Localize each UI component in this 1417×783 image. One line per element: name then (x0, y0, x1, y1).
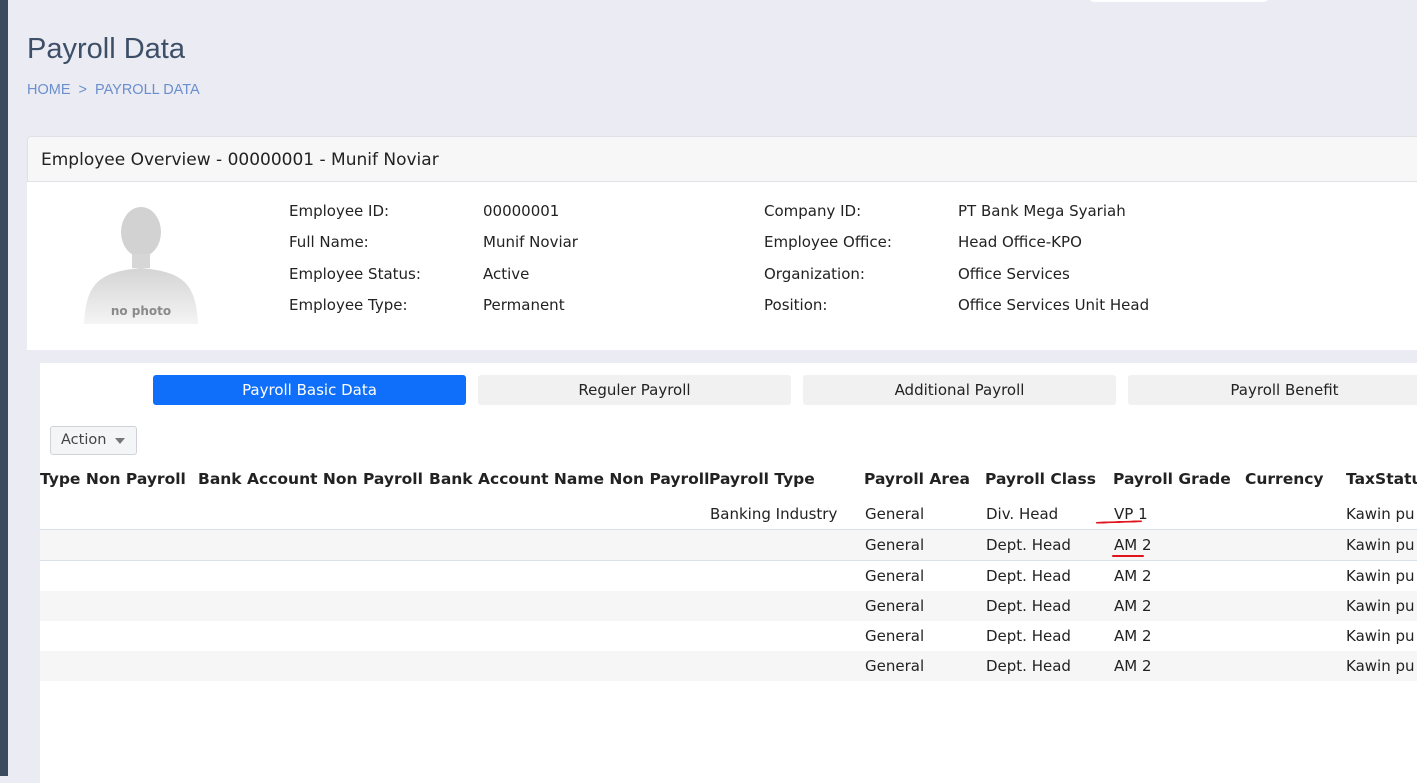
cell-payroll-type: Banking Industry (710, 505, 838, 523)
column-header-bank-account-name-non-payroll[interactable]: Bank Account Name Non Payroll (429, 470, 709, 488)
employee-office-label: Employee Office: (764, 233, 892, 251)
employee-type-value: Permanent (483, 296, 565, 314)
cell-payroll-area: General (865, 627, 925, 645)
column-header-currency[interactable]: Currency (1245, 470, 1324, 488)
employee-type-label: Employee Type: (289, 296, 408, 314)
tab-payroll-basic-data[interactable]: Payroll Basic Data (153, 375, 466, 405)
table-row[interactable]: General Dept. Head AM 2 Kawin pu (40, 651, 1417, 681)
breadcrumb-home-link[interactable]: HOME (27, 82, 71, 98)
cell-payroll-class: Dept. Head (986, 657, 1071, 675)
cell-payroll-grade: AM 2 (1114, 536, 1152, 554)
cell-payroll-grade: AM 2 (1114, 597, 1152, 615)
avatar: no photo (82, 204, 200, 324)
column-header-payroll-class[interactable]: Payroll Class (985, 470, 1096, 488)
cell-payroll-grade: AM 2 (1114, 567, 1152, 585)
organization-label: Organization: (764, 265, 865, 283)
cell-payroll-area: General (865, 505, 925, 523)
employee-overview-header: Employee Overview - 00000001 - Munif Nov… (27, 136, 1417, 182)
table-row[interactable]: General Dept. Head AM 2 Kawin pu (40, 561, 1417, 591)
column-header-bank-account-non-payroll[interactable]: Bank Account Non Payroll (198, 470, 423, 488)
column-header-payroll-grade[interactable]: Payroll Grade (1113, 470, 1231, 488)
breadcrumb-separator: > (78, 82, 87, 98)
cell-payroll-area: General (865, 567, 925, 585)
position-label: Position: (764, 296, 828, 314)
column-header-tax-status[interactable]: TaxStatus (1346, 470, 1417, 488)
employee-status-value: Active (483, 265, 530, 283)
position-value: Office Services Unit Head (958, 296, 1150, 314)
column-header-type-non-payroll[interactable]: Type Non Payroll (40, 470, 186, 488)
full-name-label: Full Name: (289, 233, 369, 251)
table-row[interactable]: Banking Industry General Div. Head VP 1 … (40, 499, 1417, 530)
cell-tax-status: Kawin pu (1346, 627, 1415, 645)
cell-payroll-grade: AM 2 (1114, 627, 1152, 645)
column-header-payroll-type[interactable]: Payroll Type (709, 470, 815, 488)
cell-tax-status: Kawin pu (1346, 597, 1415, 615)
cell-tax-status: Kawin pu (1346, 536, 1415, 554)
top-search-pill[interactable] (1088, 0, 1270, 2)
cell-tax-status: Kawin pu (1346, 657, 1415, 675)
cell-payroll-area: General (865, 536, 925, 554)
table-row[interactable]: General Dept. Head AM 2 Kawin pu (40, 591, 1417, 621)
action-dropdown-button[interactable]: Action (50, 426, 137, 455)
cell-payroll-class: Dept. Head (986, 536, 1071, 554)
sidebar-edge (0, 0, 8, 776)
cell-tax-status: Kawin pu (1346, 567, 1415, 585)
full-name-value: Munif Noviar (483, 233, 578, 251)
tab-additional-payroll[interactable]: Additional Payroll (803, 375, 1116, 405)
table-row[interactable]: General Dept. Head AM 2 Kawin pu (40, 621, 1417, 651)
no-photo-label: no photo (110, 304, 172, 318)
company-id-value: PT Bank Mega Syariah (958, 202, 1126, 220)
cell-payroll-area: General (865, 657, 925, 675)
action-label: Action (61, 432, 107, 448)
organization-value: Office Services (958, 265, 1070, 283)
tab-reguler-payroll[interactable]: Reguler Payroll (478, 375, 791, 405)
table-row[interactable]: General Dept. Head AM 2 Kawin pu (40, 530, 1417, 561)
cell-payroll-grade: AM 2 (1114, 657, 1152, 675)
page-title: Payroll Data (27, 33, 185, 65)
employee-office-value: Head Office-KPO (958, 233, 1082, 251)
cell-tax-status: Kawin pu (1346, 505, 1415, 523)
column-header-payroll-area[interactable]: Payroll Area (864, 470, 970, 488)
employee-overview-body (27, 182, 1417, 350)
cell-payroll-class: Dept. Head (986, 597, 1071, 615)
cell-payroll-area: General (865, 597, 925, 615)
employee-status-label: Employee Status: (289, 265, 421, 283)
cell-payroll-class: Dept. Head (986, 627, 1071, 645)
annotation-underline (1112, 555, 1144, 557)
cell-payroll-class: Dept. Head (986, 567, 1071, 585)
company-id-label: Company ID: (764, 202, 862, 220)
breadcrumb: HOME > PAYROLL DATA (27, 82, 200, 98)
cell-payroll-class: Div. Head (986, 505, 1059, 523)
employee-id-label: Employee ID: (289, 202, 390, 220)
breadcrumb-current[interactable]: PAYROLL DATA (95, 82, 200, 98)
employee-id-value: 00000001 (483, 202, 560, 220)
tab-payroll-benefit[interactable]: Payroll Benefit (1128, 375, 1417, 405)
caret-down-icon (115, 438, 125, 444)
employee-overview-title: Employee Overview - 00000001 - Munif Nov… (41, 150, 439, 170)
